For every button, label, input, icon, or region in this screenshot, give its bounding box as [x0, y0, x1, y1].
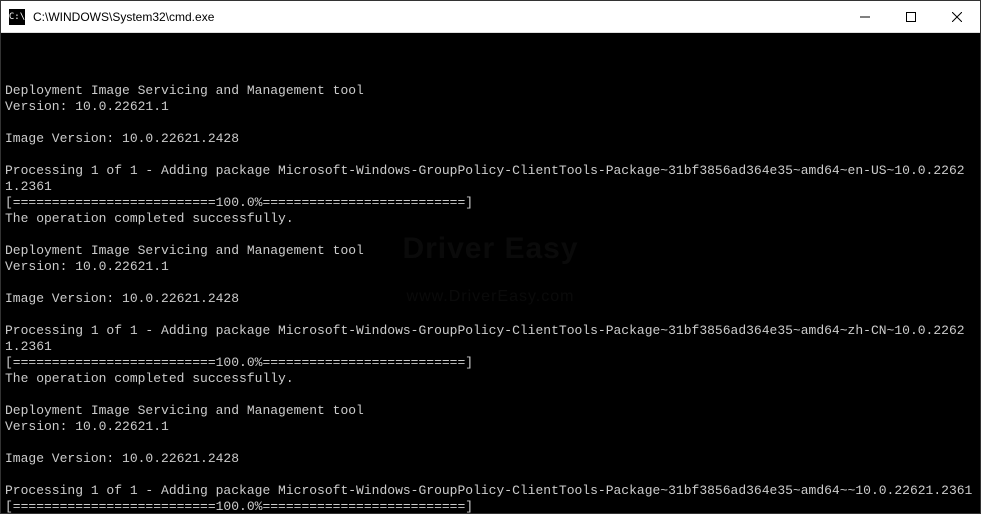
terminal-text: Deployment Image Servicing and Managemen… — [5, 83, 976, 513]
minimize-button[interactable] — [842, 1, 888, 32]
close-button[interactable] — [934, 1, 980, 32]
cmd-icon: C:\ — [9, 9, 25, 25]
maximize-button[interactable] — [888, 1, 934, 32]
window-controls — [842, 1, 980, 32]
close-icon — [952, 12, 962, 22]
terminal-output[interactable]: Driver Easy www.DriverEasy.com Deploymen… — [1, 33, 980, 513]
maximize-icon — [906, 12, 916, 22]
titlebar[interactable]: C:\ C:\WINDOWS\System32\cmd.exe — [1, 1, 980, 33]
window-title: C:\WINDOWS\System32\cmd.exe — [31, 10, 842, 24]
minimize-icon — [860, 12, 870, 22]
